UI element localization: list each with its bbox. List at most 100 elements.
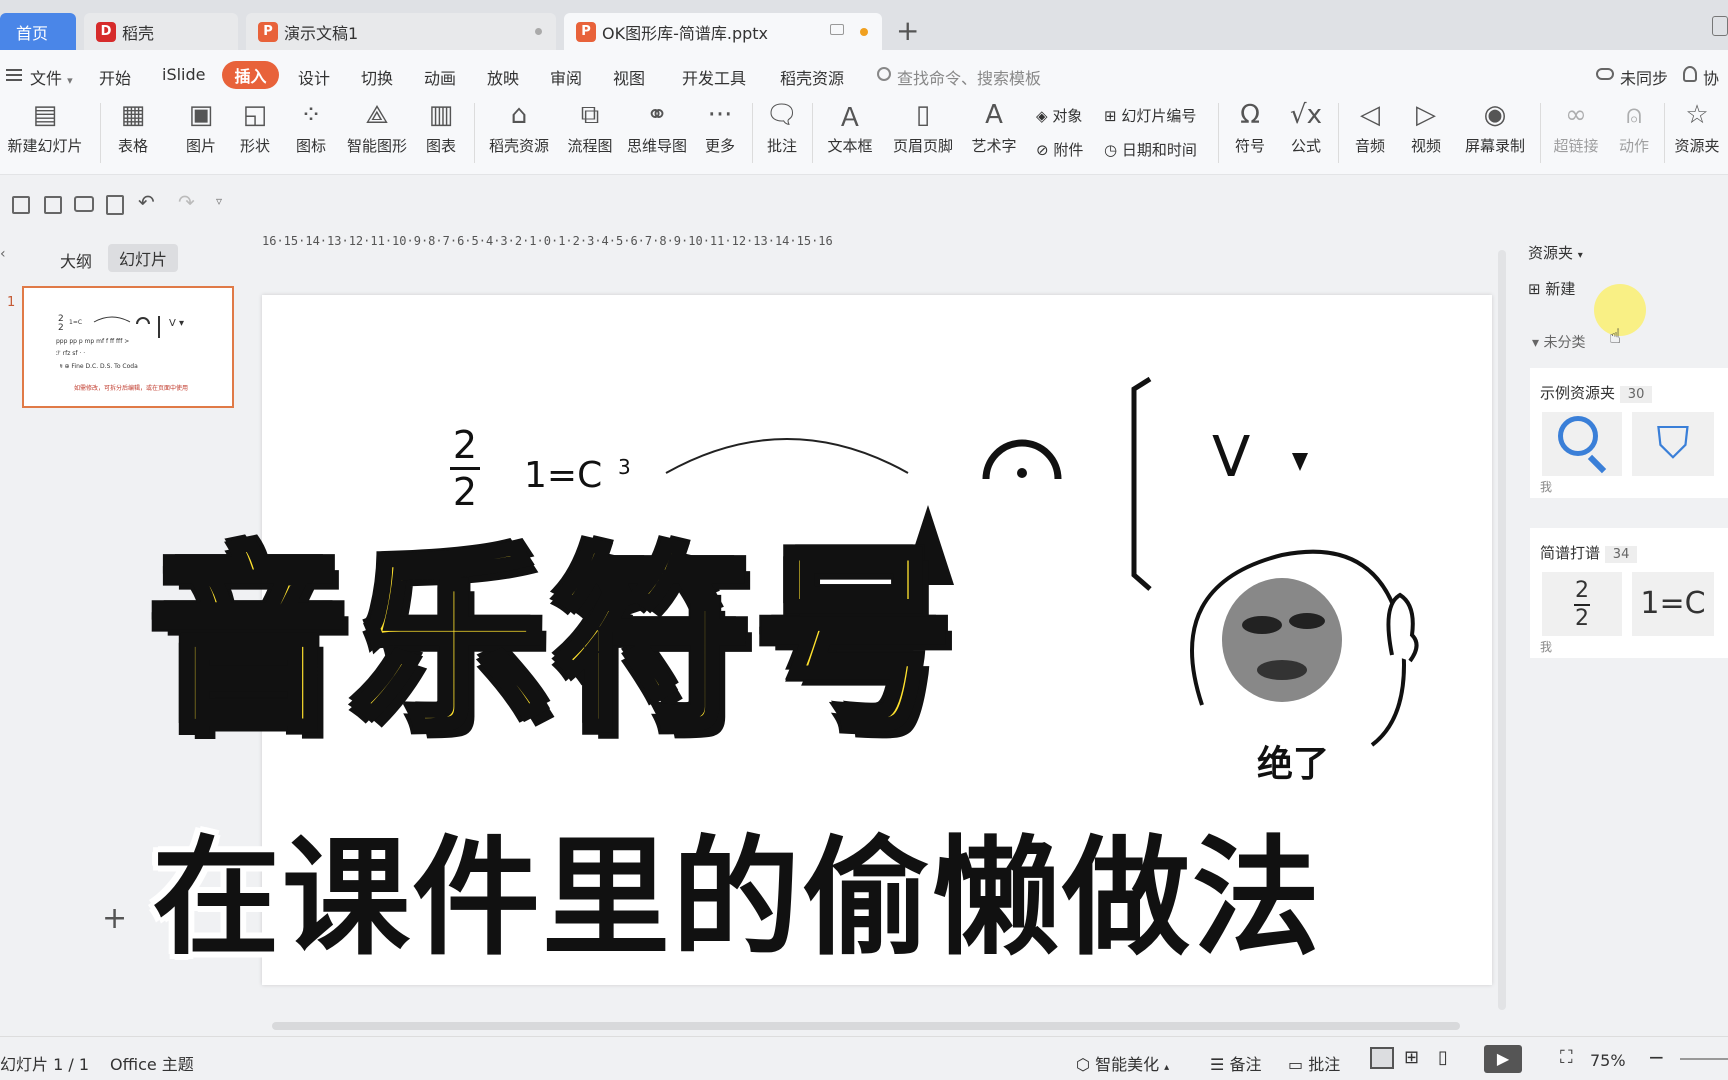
vertical-scrollbar[interactable] (1498, 250, 1506, 1010)
menu-start[interactable]: 开始 (99, 65, 131, 89)
user-icon[interactable] (1683, 66, 1697, 82)
notes-button[interactable]: ☰ 备注 (1210, 1051, 1261, 1075)
collapse-panel-icon[interactable]: ‹ (0, 246, 6, 262)
zoom-level[interactable]: 75% (1590, 1051, 1626, 1070)
resource-panel-header[interactable]: 资源夹 ▾ (1528, 242, 1583, 263)
smart-beautify-button[interactable]: ⬡ 智能美化 ▴ (1076, 1051, 1169, 1075)
normal-view-icon[interactable] (1370, 1047, 1394, 1069)
beautify-label: 智能美化 (1095, 1055, 1160, 1074)
horizontal-ruler: 16·15·14·13·12·11·10·9·8·7·6·5·4·3·2·1·0… (262, 234, 833, 248)
zoom-out-icon[interactable]: − (1648, 1045, 1665, 1069)
horizontal-scrollbar[interactable] (272, 1022, 1460, 1030)
object-button[interactable]: ◈ 对象 (1036, 105, 1082, 126)
new-slide-button[interactable]: ▤ 新建幻灯片 (0, 95, 90, 175)
resource-folder-button[interactable]: ☆ 资源夹 (1672, 95, 1722, 175)
cloud-icon[interactable] (1596, 68, 1614, 80)
menu-review[interactable]: 审阅 (550, 65, 582, 89)
zoom-slider[interactable] (1680, 1058, 1728, 1060)
menu-view[interactable]: 视图 (613, 65, 645, 89)
search-icon[interactable] (877, 67, 891, 81)
save-icon[interactable] (12, 196, 30, 214)
chart-button[interactable]: ▥ 图表 (416, 95, 466, 175)
hamburger-icon[interactable] (6, 69, 22, 81)
slide-number-button[interactable]: ⊞ 幻灯片编号 (1104, 105, 1196, 126)
menu-animation[interactable]: 动画 (424, 65, 456, 89)
uncategorized-toggle[interactable]: ▾ 未分类 (1532, 332, 1585, 352)
grid-view-icon[interactable]: ⊞ (1404, 1047, 1419, 1068)
audio-button[interactable]: ◁ 音频 (1346, 95, 1394, 175)
menu-islide[interactable]: iSlide (162, 65, 206, 84)
redo-icon[interactable]: ↷ (178, 190, 195, 214)
key-signature[interactable]: 1=C (524, 455, 602, 496)
more-button[interactable]: ··· 更多 (698, 95, 742, 175)
datetime-button[interactable]: ◷ 日期和时间 (1104, 139, 1197, 160)
accent-triangle-icon[interactable] (1292, 453, 1308, 471)
menu-slideshow[interactable]: 放映 (487, 65, 519, 89)
customize-chevron-icon[interactable]: ▿ (216, 194, 222, 208)
slide-thumbnail[interactable]: 22 1=C V ▾ ppp pp p mp mf f ff fff > ℱ r… (22, 286, 234, 408)
menu-file[interactable]: 文件 ▾ (30, 65, 73, 89)
undo-icon[interactable]: ↶ (138, 190, 155, 214)
collab-button[interactable]: 协 (1703, 65, 1719, 89)
textbox-button[interactable]: Ａ 文本框 (820, 95, 880, 175)
comment-status-button[interactable]: ▭ 批注 (1288, 1051, 1340, 1075)
shape-button[interactable]: ◱ 形状 (230, 95, 280, 175)
tab-dot-icon[interactable] (535, 28, 542, 35)
flowchart-button[interactable]: ⧉ 流程图 (565, 95, 615, 175)
fraction-thumbnail[interactable]: 22 (1542, 572, 1622, 636)
wordart-button[interactable]: A 艺术字 (966, 95, 1022, 175)
preview-icon[interactable] (106, 195, 124, 215)
sync-status[interactable]: 未同步 (1620, 65, 1668, 89)
search-icon[interactable] (1542, 412, 1622, 476)
add-slide-button[interactable]: + (102, 901, 127, 936)
table-button[interactable]: ▦ 表格 (108, 95, 158, 175)
play-button[interactable]: ▶ (1484, 1045, 1522, 1073)
tab-document[interactable]: P 演示文稿1 (246, 13, 556, 50)
search-command-input[interactable]: 查找命令、搜索模板 (897, 65, 1041, 89)
video-button[interactable]: ▷ 视频 (1402, 95, 1450, 175)
bow-mark[interactable]: V (1212, 425, 1250, 490)
header-footer-button[interactable]: ▯ 页眉页脚 (888, 95, 958, 175)
tab-outline[interactable]: 大纲 (60, 248, 92, 272)
new-folder-button[interactable]: ⊞ 新建 (1528, 278, 1575, 299)
menu-docer-resources[interactable]: 稻壳资源 (780, 65, 844, 89)
theme-name[interactable]: Office 主题 (110, 1051, 194, 1075)
menu-developer[interactable]: 开发工具 (682, 65, 746, 89)
tab-docer[interactable]: D 稻壳 (84, 13, 238, 50)
icon-button[interactable]: ⁘ 图标 (286, 95, 336, 175)
comment-button[interactable]: 🗨 批注 (760, 95, 804, 175)
time-signature[interactable]: 2 2 (450, 425, 480, 512)
window-button[interactable] (1712, 16, 1728, 36)
smartart-button[interactable]: ⟁ 智能图形 (344, 95, 410, 175)
fermata-icon[interactable] (982, 435, 1062, 485)
bracket-icon[interactable] (1122, 375, 1162, 595)
attachment-button[interactable]: ⊘ 附件 (1036, 139, 1083, 160)
menu-insert[interactable]: 插入 (222, 61, 279, 89)
screen-record-button[interactable]: ◉ 屏幕录制 (1460, 95, 1530, 175)
new-tab-icon[interactable]: + (896, 14, 919, 47)
menu-design[interactable]: 设计 (298, 65, 330, 89)
triplet-mark[interactable]: 3 (618, 455, 631, 479)
slur-arc[interactable] (662, 425, 912, 485)
hyperlink-button[interactable]: ∞ 超链接 (1546, 95, 1606, 175)
docer-resource-button[interactable]: ⌂ 稻壳资源 (484, 95, 554, 175)
picture-button[interactable]: ▣ 图片 (176, 95, 226, 175)
folder-card-notation[interactable]: 简谱打谱 34 22 1=C 我 (1530, 528, 1728, 658)
mindmap-button[interactable]: ⚭ 思维导图 (625, 95, 689, 175)
tab-active-document[interactable]: P OK图形库-简谱库.pptx (564, 13, 882, 50)
shield-check-icon[interactable]: ⛉ (1632, 412, 1714, 476)
header-footer-icon: ▯ (915, 100, 931, 130)
symbol-button[interactable]: Ω 符号 (1226, 95, 1274, 175)
menu-transition[interactable]: 切换 (361, 65, 393, 89)
key-thumbnail[interactable]: 1=C (1632, 572, 1714, 636)
folder-card-examples[interactable]: 示例资源夹 30 ⛉ 我 (1530, 368, 1728, 498)
print-icon[interactable] (74, 196, 94, 212)
tab-slides[interactable]: 幻灯片 (108, 244, 178, 272)
monitor-icon[interactable] (830, 24, 844, 35)
tab-home[interactable]: 首页 (0, 13, 76, 50)
reading-view-icon[interactable]: ▯ (1438, 1047, 1448, 1068)
export-icon[interactable] (44, 196, 62, 214)
formula-button[interactable]: √x 公式 (1282, 95, 1330, 175)
fit-window-icon[interactable]: ⛶ (1560, 1047, 1573, 1068)
action-button[interactable]: ⍝ 动作 (1612, 95, 1656, 175)
